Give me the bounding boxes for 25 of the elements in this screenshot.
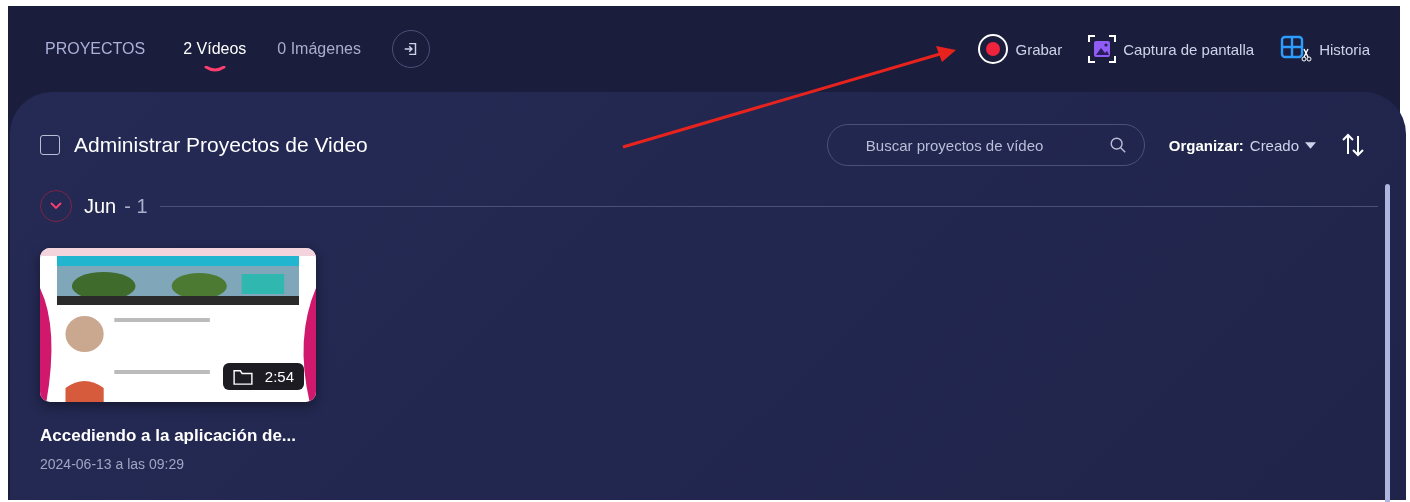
video-thumbnail[interactable]: 2:54 — [40, 248, 316, 402]
sort-label: Organizar: — [1168, 136, 1244, 154]
sort-dropdown[interactable]: Creado — [1249, 136, 1316, 154]
video-title[interactable]: Accediendo a la aplicación de... — [40, 426, 316, 446]
search-icon — [1108, 136, 1127, 154]
video-date: 2024-06-13 a las 09:29 — [40, 456, 185, 472]
record-icon — [976, 33, 1009, 65]
chevron-icon — [50, 202, 62, 210]
sort-direction-button[interactable] — [1340, 132, 1366, 158]
duration: 2:54 — [264, 368, 294, 385]
search-field[interactable]: Buscar proyectos de vídeo — [826, 124, 1145, 166]
action-button[interactable]: Captura de pantalla — [1088, 35, 1255, 63]
grid-scissors-icon — [1280, 35, 1313, 63]
group-title: Jun — [84, 194, 117, 218]
chevron-icon — [203, 66, 226, 72]
group-count: - 1 — [124, 194, 148, 218]
screenshot-icon — [1088, 35, 1117, 63]
action-button[interactable]: Historia — [1280, 35, 1370, 63]
checkbox[interactable] — [40, 135, 60, 155]
caret-icon — [1305, 141, 1316, 149]
section-title[interactable]: PROYECTOS — [45, 40, 146, 58]
action-button[interactable]: Grabar — [976, 33, 1063, 65]
folder-icon — [232, 368, 253, 385]
tab[interactable]: 2 Vídeos — [183, 40, 247, 58]
tab[interactable]: 0 Imágenes — [277, 40, 361, 58]
